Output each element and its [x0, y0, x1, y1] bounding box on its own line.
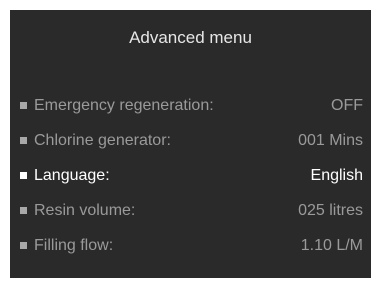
menu-list: Emergency regeneration: OFF Chlorine gen…	[20, 94, 363, 269]
menu-item-value: OFF	[331, 96, 363, 114]
menu-item-language[interactable]: Language: English	[20, 164, 363, 187]
menu-item-emergency-regeneration[interactable]: Emergency regeneration: OFF	[20, 94, 363, 117]
menu-item-label: Emergency regeneration:	[34, 96, 214, 114]
menu-item-value: English	[310, 166, 363, 184]
menu-item-resin-volume[interactable]: Resin volume: 025 litres	[20, 199, 363, 222]
menu-item-label: Chlorine generator:	[34, 131, 171, 149]
menu-item-value: 1.10 L/M	[300, 236, 363, 254]
menu-item-value: 001 Mins	[298, 131, 363, 149]
menu-item-label: Filling flow:	[34, 236, 114, 254]
menu-item-chlorine-generator[interactable]: Chlorine generator: 001 Mins	[20, 129, 363, 152]
bullet-icon	[20, 137, 27, 144]
menu-item-filling-flow[interactable]: Filling flow: 1.10 L/M	[20, 234, 363, 257]
bullet-icon	[20, 242, 27, 249]
bullet-icon	[20, 102, 27, 109]
bullet-icon	[20, 207, 27, 214]
menu-item-value: 025 litres	[298, 201, 363, 219]
advanced-menu-screen: Advanced menu Emergency regeneration: OF…	[10, 10, 371, 278]
menu-item-label: Language:	[34, 166, 110, 184]
menu-title: Advanced menu	[129, 28, 252, 47]
menu-item-label: Resin volume:	[34, 201, 136, 219]
bullet-icon	[20, 172, 27, 179]
